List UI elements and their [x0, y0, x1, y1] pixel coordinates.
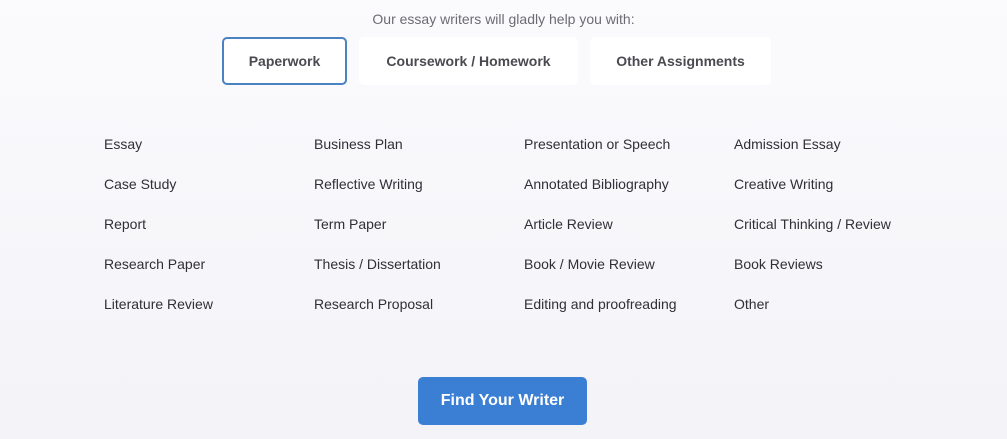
- service-item[interactable]: Creative Writing: [734, 174, 944, 214]
- service-item[interactable]: Report: [104, 214, 314, 254]
- service-column: Admission Essay Creative Writing Critica…: [734, 134, 944, 334]
- tab-coursework-homework[interactable]: Coursework / Homework: [359, 37, 578, 85]
- service-item[interactable]: Critical Thinking / Review: [734, 214, 944, 254]
- service-item[interactable]: Other: [734, 294, 944, 334]
- service-item[interactable]: Article Review: [524, 214, 734, 254]
- service-item[interactable]: Annotated Bibliography: [524, 174, 734, 214]
- service-item[interactable]: Editing and proofreading: [524, 294, 734, 334]
- service-item[interactable]: Business Plan: [314, 134, 524, 174]
- service-column: Presentation or Speech Annotated Bibliog…: [524, 134, 734, 334]
- tab-other-assignments[interactable]: Other Assignments: [590, 37, 771, 85]
- service-item[interactable]: Presentation or Speech: [524, 134, 734, 174]
- service-column: Essay Case Study Report Research Paper L…: [104, 134, 314, 334]
- service-item[interactable]: Research Proposal: [314, 294, 524, 334]
- tab-paperwork[interactable]: Paperwork: [222, 37, 347, 85]
- category-tabs: Paperwork Coursework / Homework Other As…: [222, 37, 771, 85]
- intro-text: Our essay writers will gladly help you w…: [372, 11, 635, 27]
- service-item[interactable]: Case Study: [104, 174, 314, 214]
- service-list: Essay Case Study Report Research Paper L…: [104, 134, 944, 334]
- service-item[interactable]: Reflective Writing: [314, 174, 524, 214]
- service-item[interactable]: Research Paper: [104, 254, 314, 294]
- service-item[interactable]: Literature Review: [104, 294, 314, 334]
- service-item[interactable]: Term Paper: [314, 214, 524, 254]
- service-column: Business Plan Reflective Writing Term Pa…: [314, 134, 524, 334]
- service-item[interactable]: Book Reviews: [734, 254, 944, 294]
- find-writer-button[interactable]: Find Your Writer: [418, 377, 587, 425]
- service-item[interactable]: Essay: [104, 134, 314, 174]
- service-item[interactable]: Book / Movie Review: [524, 254, 734, 294]
- service-item[interactable]: Thesis / Dissertation: [314, 254, 524, 294]
- service-item[interactable]: Admission Essay: [734, 134, 944, 174]
